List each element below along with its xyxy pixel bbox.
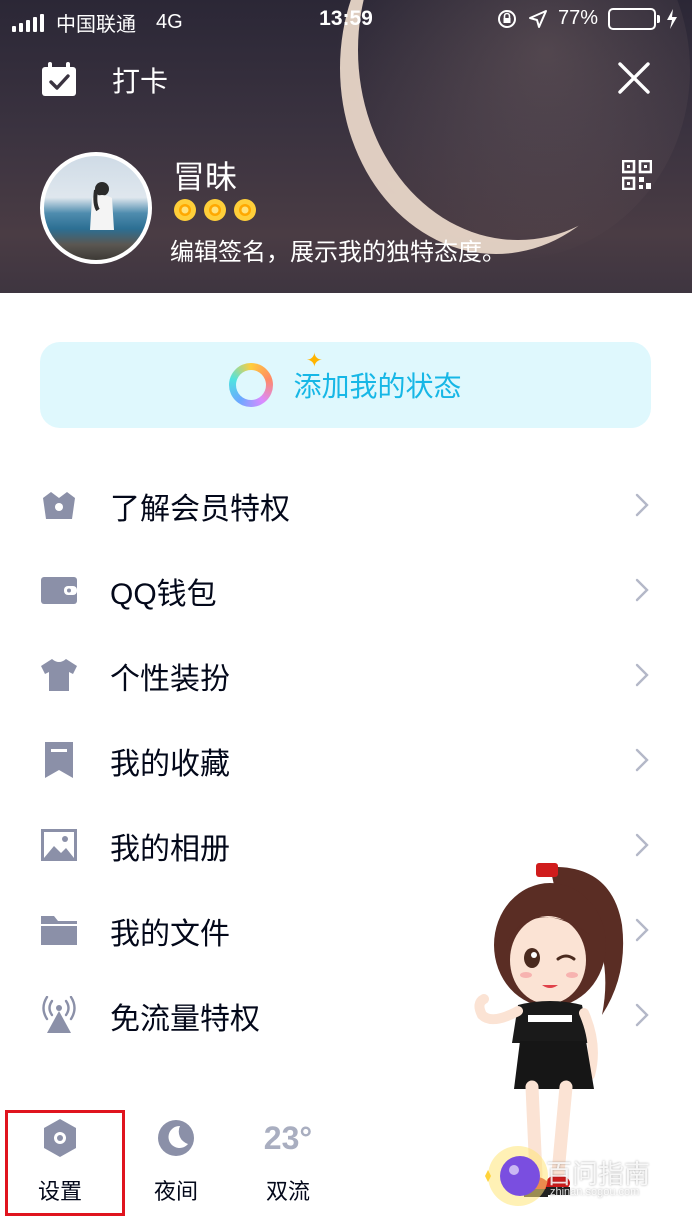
add-status-button[interactable]: ✦ 添加我的状态 [40, 342, 651, 428]
battery-percent: 77% [557, 7, 598, 29]
chevron-right-icon [635, 493, 649, 517]
weather-widget[interactable]: 23° 双流 [238, 1116, 338, 1206]
sun-level-icon [234, 199, 256, 221]
status-ring-icon [229, 363, 274, 407]
chevron-right-icon [635, 663, 649, 687]
signal-tower-icon [42, 996, 76, 1033]
watermark-subtext: zhinan.sogou.com [550, 1186, 640, 1198]
chevron-right-icon [635, 578, 649, 602]
sun-level-icon [174, 199, 196, 221]
menu-item-label: 我的相册 [110, 833, 230, 866]
profile-header: 中国联通 4G 13:59 77% 打卡 冒昧 编辑签名，展示我的独特态度。 [0, 0, 692, 293]
charging-bolt-icon [667, 8, 677, 29]
nickname[interactable]: 冒昧 [173, 152, 237, 198]
menu-item-vip-privileges[interactable]: 了解会员特权 [0, 462, 692, 547]
location-arrow-icon [528, 9, 547, 28]
menu-item-qq-wallet[interactable]: QQ钱包 [0, 547, 692, 632]
moon-icon [158, 1120, 194, 1156]
qq-level-suns[interactable] [173, 198, 257, 222]
menu-item-favorites[interactable]: 我的收藏 [0, 717, 692, 802]
menu-item-label: 个性装扮 [110, 663, 230, 696]
sparkle-icon: ✦ [306, 350, 323, 372]
bookmark-icon [45, 742, 73, 778]
crown-basket-icon [43, 492, 75, 519]
chevron-right-icon [635, 748, 649, 772]
watermark: 百问指南 zhinan.sogou.com [480, 1140, 680, 1210]
tshirt-icon [41, 659, 77, 691]
folder-icon [41, 916, 77, 945]
watermark-logo [485, 1146, 548, 1206]
menu-item-label: QQ钱包 [110, 578, 217, 611]
weather-city: 双流 [265, 1179, 310, 1204]
night-mode-button[interactable]: 夜间 [126, 1116, 226, 1206]
rotation-lock-icon [497, 9, 516, 28]
qr-code-icon[interactable] [622, 160, 652, 190]
weather-temperature: 23° [263, 1119, 313, 1156]
menu-item-label: 了解会员特权 [110, 493, 290, 526]
wallet-icon [41, 577, 77, 604]
checkin-button[interactable]: 打卡 [40, 60, 168, 100]
status-bar-right: 77% [496, 7, 678, 30]
checkin-label: 打卡 [112, 66, 169, 97]
avatar[interactable] [40, 152, 152, 264]
close-icon[interactable] [614, 58, 654, 98]
menu-item-label: 免流量特权 [110, 1003, 260, 1036]
status-bar: 中国联通 4G 13:59 77% [0, 0, 692, 40]
calendar-check-icon [42, 62, 76, 96]
photo-icon [41, 829, 77, 861]
settings-highlight-annotation [5, 1110, 125, 1216]
sun-level-icon [204, 199, 226, 221]
menu-item-personalize[interactable]: 个性装扮 [0, 632, 692, 717]
night-label: 夜间 [153, 1179, 198, 1204]
avatar-person-figure [90, 182, 114, 230]
battery-icon [608, 7, 660, 30]
menu-item-label: 我的收藏 [110, 748, 230, 781]
signature[interactable]: 编辑签名，展示我的独特态度。 [170, 232, 506, 267]
menu-item-label: 我的文件 [110, 918, 230, 951]
